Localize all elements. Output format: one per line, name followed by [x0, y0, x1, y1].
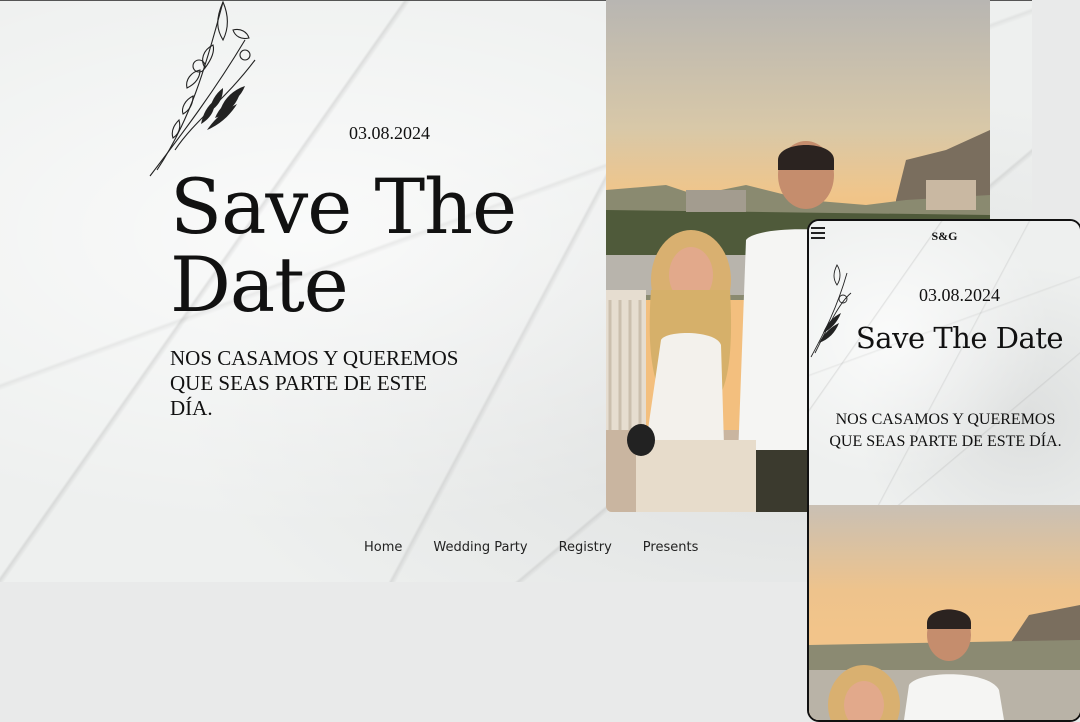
mobile-logo: S&G — [931, 229, 958, 243]
mobile-couple-photo — [809, 505, 1080, 720]
mobile-wedding-date: 03.08.2024 — [919, 285, 1000, 305]
nav-presents[interactable]: Presents — [643, 540, 699, 555]
wedding-date: 03.08.2024 — [349, 123, 430, 143]
floral-sprig-icon — [149, 0, 256, 177]
mobile-page-title: Save The Date — [855, 321, 1064, 355]
mobile-tagline: NOS CASAMOS Y QUEREMOS QUE SEAS PARTE DE… — [829, 411, 1062, 450]
mobile-preview: S&G 03.08.2024 Save The Date NOS CASAMOS… — [807, 219, 1080, 722]
main-nav: Home Wedding Party Registry Presents — [364, 540, 698, 555]
tagline: NOS CASAMOS Y QUEREMOS QUE SEAS PARTE DE… — [170, 346, 459, 420]
page-title: Save The Date — [170, 162, 517, 329]
mobile-hero: S&G 03.08.2024 Save The Date NOS CASAMOS… — [809, 221, 1080, 505]
nav-wedding-party[interactable]: Wedding Party — [433, 540, 527, 555]
nav-home[interactable]: Home — [364, 540, 402, 555]
nav-registry[interactable]: Registry — [559, 540, 612, 555]
